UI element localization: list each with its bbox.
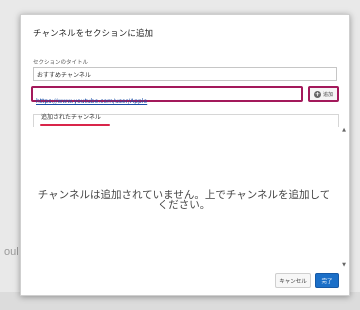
- done-button[interactable]: 完了: [315, 273, 339, 288]
- section-title-label: セクションのタイトル: [33, 60, 89, 66]
- add-button-label: 追加: [322, 91, 333, 98]
- channel-url-input[interactable]: [33, 95, 301, 108]
- tab-added-channels[interactable]: 追加されたチャンネル: [41, 112, 101, 121]
- plus-circle-icon: +: [313, 90, 321, 98]
- tab-active-indicator: [40, 124, 110, 126]
- add-button-highlight: + 追加: [308, 86, 339, 102]
- scroll-down-arrow-icon[interactable]: ▼: [341, 262, 347, 268]
- add-button[interactable]: + 追加: [310, 88, 337, 100]
- backdrop-text: oul: [4, 246, 19, 258]
- channel-url-field: [31, 86, 303, 108]
- cancel-button[interactable]: キャンセル: [275, 273, 311, 288]
- scroll-up-arrow-icon[interactable]: ▲: [341, 127, 347, 133]
- dialog-title: チャンネルをセクションに追加: [33, 29, 154, 39]
- empty-state-message: チャンネルは追加されていません。上でチャンネルを追加してください。: [37, 189, 331, 211]
- add-channel-dialog: チャンネルをセクションに追加 セクションのタイトル + 追加 追加されたチャンネ…: [20, 14, 350, 296]
- section-title-input[interactable]: [33, 67, 337, 81]
- list-scrollbar[interactable]: ▲ ▼: [341, 127, 347, 270]
- added-channels-list[interactable]: チャンネルは追加されていません。上でチャンネルを追加してください。: [33, 127, 339, 270]
